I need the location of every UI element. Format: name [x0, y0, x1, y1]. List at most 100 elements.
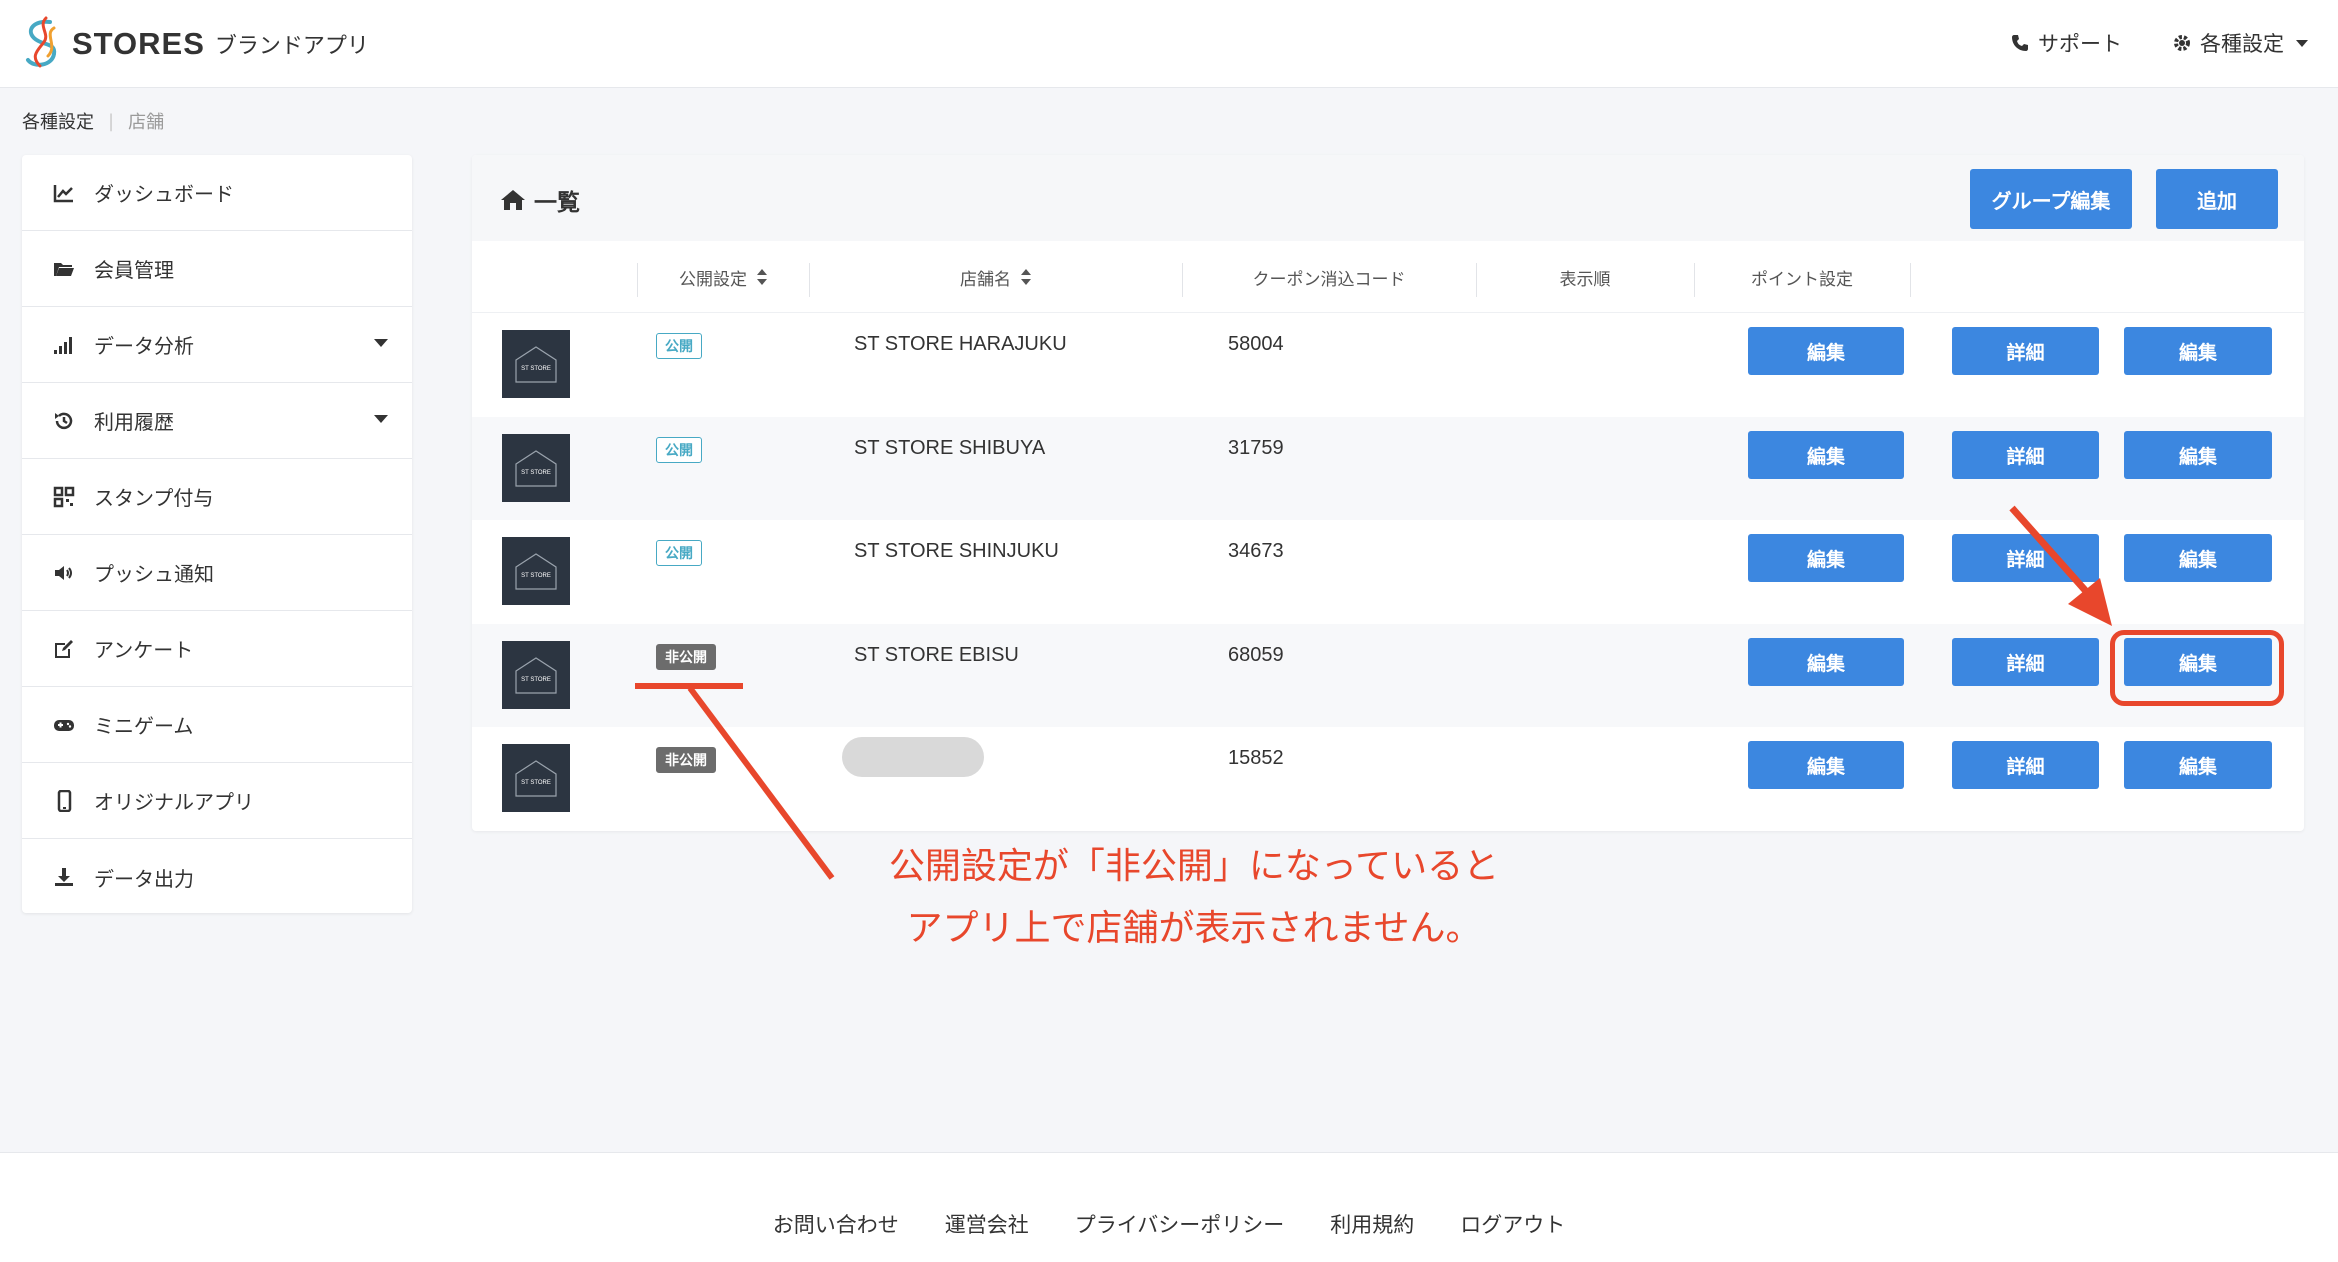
- sidebar-item-original-app[interactable]: オリジナルアプリ: [22, 763, 412, 839]
- settings-dropdown[interactable]: 各種設定: [2172, 28, 2308, 58]
- speaker-icon: [52, 561, 76, 585]
- sidebar-item-analytics[interactable]: データ分析: [22, 307, 412, 383]
- footer-link-terms[interactable]: 利用規約: [1330, 1209, 1414, 1239]
- detail-button[interactable]: 詳細: [1952, 741, 2099, 789]
- stores-logo-icon: [26, 16, 57, 68]
- column-store-name-label: 店舗名: [960, 269, 1011, 290]
- table-row: ST STORE 公開 ST STORE SHINJUKU 34673 編集 詳…: [472, 520, 2304, 623]
- card-title: 一覧: [500, 183, 580, 217]
- table-row: ST STORE 非公開 15852 編集 詳細 編集: [472, 727, 2304, 830]
- point-edit-button[interactable]: 編集: [1748, 327, 1904, 375]
- point-edit-button[interactable]: 編集: [1748, 534, 1904, 582]
- column-coupon-code-label: クーポン消込コード: [1252, 269, 1406, 290]
- store-thumbnail: ST STORE: [502, 744, 570, 812]
- sidebar-item-history[interactable]: 利用履歴: [22, 383, 412, 459]
- sidebar-item-label: ミニゲーム: [94, 714, 194, 738]
- settings-label: 各種設定: [2200, 32, 2284, 56]
- store-logo-icon: ST STORE: [515, 346, 557, 383]
- column-point-label: ポイント設定: [1751, 269, 1853, 290]
- detail-button[interactable]: 詳細: [1952, 638, 2099, 686]
- store-name: ST STORE SHIBUYA: [854, 437, 1046, 459]
- annotation-line-2: アプリ上で店舗が表示されません。: [906, 908, 1482, 949]
- column-coupon-code: クーポン消込コード: [1182, 241, 1476, 313]
- add-button[interactable]: 追加: [2156, 169, 2278, 229]
- stores-logo[interactable]: STORES ブランドアプリ: [20, 12, 369, 76]
- store-list-card: 一覧 グループ編集 追加 公開設定 店舗名 クーポン消込コード 表示順 ポイント…: [472, 155, 2304, 831]
- column-publish[interactable]: 公開設定: [637, 241, 809, 313]
- sidebar-item-label: アンケート: [94, 638, 194, 662]
- store-logo-icon: ST STORE: [515, 760, 557, 797]
- store-thumbnail: ST STORE: [502, 537, 570, 605]
- table-header: 公開設定 店舗名 クーポン消込コード 表示順 ポイント設定: [472, 241, 2304, 313]
- store-thumbnail: ST STORE: [502, 434, 570, 502]
- breadcrumb-current: 店舗: [128, 112, 165, 133]
- sidebar-item-data-export[interactable]: データ出力: [22, 839, 412, 915]
- footer-link-privacy[interactable]: プライバシーポリシー: [1075, 1209, 1285, 1239]
- sort-icon: [757, 269, 767, 285]
- detail-button[interactable]: 詳細: [1952, 327, 2099, 375]
- column-publish-label: 公開設定: [679, 269, 747, 290]
- edit-button[interactable]: 編集: [2124, 431, 2272, 479]
- footer-link-company[interactable]: 運営会社: [945, 1209, 1029, 1239]
- column-point: ポイント設定: [1694, 241, 1910, 313]
- edit-icon: [52, 637, 76, 661]
- footer-link-logout[interactable]: ログアウト: [1460, 1209, 1565, 1239]
- svg-text:ST STORE: ST STORE: [521, 470, 551, 476]
- store-thumbnail: ST STORE: [502, 641, 570, 709]
- svg-text:ST STORE: ST STORE: [521, 780, 551, 786]
- annotation-text: 公開設定が「非公開」になっていると アプリ上で店舗が表示されません。: [854, 836, 1534, 960]
- edit-button[interactable]: 編集: [2124, 327, 2272, 375]
- sidebar-item-label: スタンプ付与: [94, 486, 214, 510]
- detail-button[interactable]: 詳細: [1952, 431, 2099, 479]
- card-header: 一覧 グループ編集 追加: [472, 155, 2304, 241]
- footer-link-contact[interactable]: お問い合わせ: [773, 1209, 899, 1239]
- sidebar-item-label: プッシュ通知: [94, 562, 214, 586]
- table-row: ST STORE 非公開 ST STORE EBISU 68059 編集 詳細 …: [472, 624, 2304, 727]
- point-edit-button[interactable]: 編集: [1748, 431, 1904, 479]
- edit-button[interactable]: 編集: [2124, 741, 2272, 789]
- sort-icon: [1021, 269, 1031, 285]
- detail-button[interactable]: 詳細: [1952, 534, 2099, 582]
- column-display-order-label: 表示順: [1559, 269, 1611, 290]
- column-display-order: 表示順: [1476, 241, 1694, 313]
- point-edit-button[interactable]: 編集: [1748, 638, 1904, 686]
- signal-bars-icon: [52, 333, 76, 357]
- group-edit-button[interactable]: グループ編集: [1970, 169, 2132, 229]
- store-logo-icon: ST STORE: [515, 450, 557, 487]
- sidebar-item-minigame[interactable]: ミニゲーム: [22, 687, 412, 763]
- annotation-line-1: 公開設定が「非公開」になっていると: [888, 846, 1500, 887]
- edit-button[interactable]: 編集: [2124, 534, 2272, 582]
- home-icon: [501, 190, 525, 210]
- sidebar-item-members[interactable]: 会員管理: [22, 231, 412, 307]
- sidebar-item-label: データ分析: [94, 334, 194, 358]
- status-badge: 非公開: [656, 644, 716, 670]
- sidebar-item-stamp[interactable]: スタンプ付与: [22, 459, 412, 535]
- coupon-code: 15852: [1228, 747, 1284, 769]
- svg-text:ST STORE: ST STORE: [521, 677, 551, 683]
- sidebar-item-label: 会員管理: [94, 258, 174, 282]
- store-logo-icon: ST STORE: [515, 553, 557, 590]
- chevron-down-icon: [374, 415, 388, 423]
- footer: お問い合わせ 運営会社 プライバシーポリシー 利用規約 ログアウト: [0, 1152, 2338, 1262]
- sidebar-item-survey[interactable]: アンケート: [22, 611, 412, 687]
- sidebar-item-label: オリジナルアプリ: [94, 790, 254, 814]
- history-icon: [52, 409, 76, 433]
- status-badge: 公開: [656, 540, 702, 566]
- gear-icon: [2174, 35, 2190, 51]
- line-chart-icon: [52, 181, 76, 205]
- sidebar-item-push[interactable]: プッシュ通知: [22, 535, 412, 611]
- coupon-code: 58004: [1228, 333, 1284, 355]
- support-link[interactable]: サポート: [2010, 28, 2122, 58]
- breadcrumb-parent[interactable]: 各種設定: [22, 108, 94, 134]
- sidebar-item-dashboard[interactable]: ダッシュボード: [22, 155, 412, 231]
- sidebar-item-label: 利用履歴: [94, 410, 174, 434]
- top-header: STORES ブランドアプリ サポート 各種設定: [0, 0, 2338, 88]
- sidebar-item-label: データ出力: [94, 866, 194, 891]
- sidebar-item-label: ダッシュボード: [94, 182, 234, 206]
- point-edit-button[interactable]: 編集: [1748, 741, 1904, 789]
- phone-icon: [2012, 35, 2028, 51]
- column-divider: [1910, 263, 1911, 297]
- column-store-name[interactable]: 店舗名: [809, 241, 1182, 313]
- store-logo-icon: ST STORE: [515, 657, 557, 694]
- chevron-down-icon: [2296, 39, 2308, 47]
